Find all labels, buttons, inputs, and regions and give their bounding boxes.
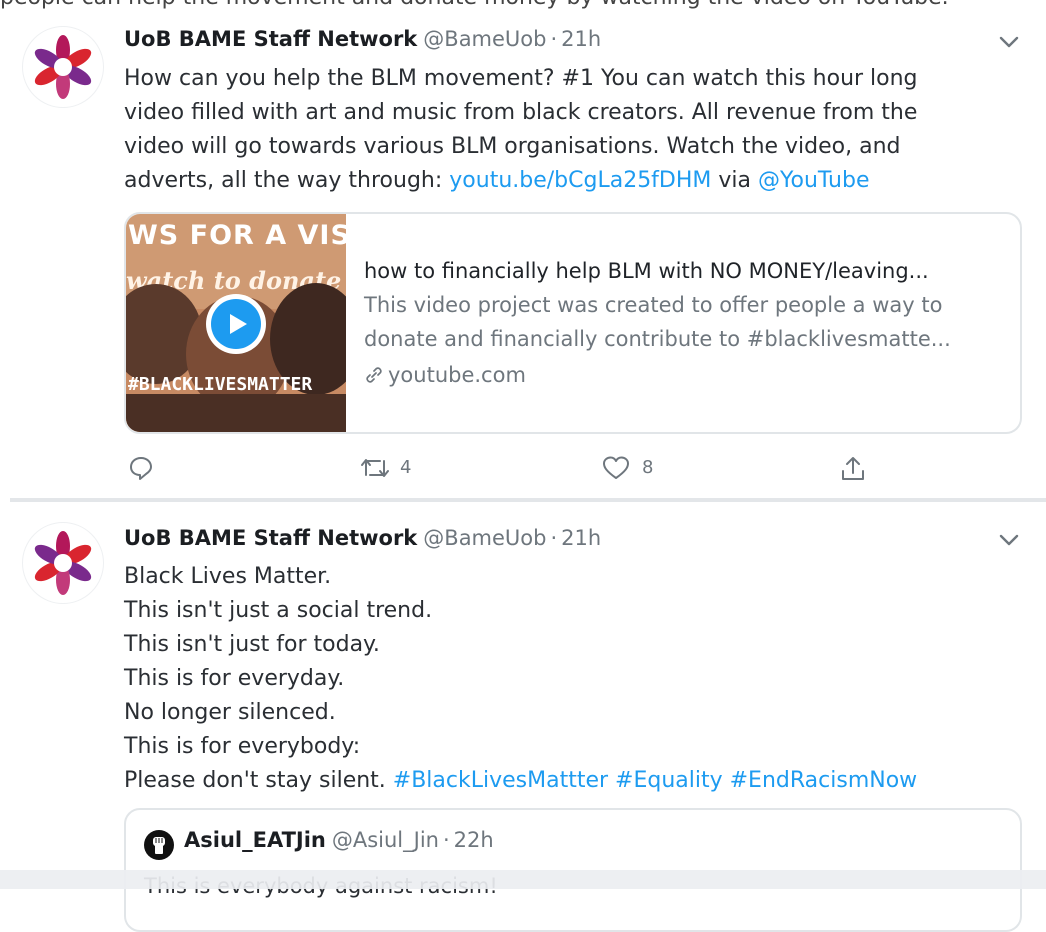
tweet-text-line: This is for everybody:	[124, 734, 361, 759]
card-body: how to financially help BLM with NO MONE…	[364, 254, 1014, 394]
separator: ·	[550, 526, 558, 550]
timestamp[interactable]: 21h	[561, 27, 601, 51]
tweet-text-line: video will go towards various BLM organi…	[124, 134, 901, 159]
screen-bottom-edge	[0, 870, 1046, 889]
quote-author-name[interactable]: Asiul_EATJin	[184, 828, 326, 852]
quote-timestamp[interactable]: 22h	[454, 828, 494, 852]
separator: ·	[550, 27, 558, 51]
tweet-text-line: adverts, all the way through: youtu.be/b…	[124, 164, 1004, 198]
tweet-text-line: This isn't just a social trend.	[124, 598, 433, 623]
tweet-text-fragment: Please don't stay silent.	[124, 768, 393, 793]
avatar[interactable]	[22, 26, 104, 108]
link-preview-card[interactable]: WS FOR A VIS watch to donate #BLACKLIVES…	[124, 212, 1022, 434]
card-description-line: This video project was created to offer …	[364, 293, 943, 317]
card-domain: youtube.com	[364, 356, 1014, 394]
hashtags[interactable]: #BlackLivesMattter #Equality #EndRacismN…	[393, 768, 917, 793]
retweet-count: 4	[400, 457, 412, 478]
chevron-down-icon[interactable]	[998, 34, 1020, 50]
network-logo-icon	[34, 35, 92, 99]
timestamp[interactable]: 21h	[561, 526, 601, 550]
chevron-down-icon[interactable]	[998, 532, 1020, 548]
network-logo-icon	[34, 531, 92, 595]
card-title[interactable]: how to financially help BLM with NO MONE…	[364, 254, 1014, 288]
tweet-text-line: Please don't stay silent. #BlackLivesMat…	[124, 764, 1004, 798]
author-name[interactable]: UoB BAME Staff Network	[124, 526, 417, 550]
card-domain-text: youtube.com	[388, 363, 526, 387]
link-icon	[366, 367, 382, 383]
tweet[interactable]: UoB BAME Staff Network @BameUob · 21h Black…	[0, 502, 1046, 932]
raised-fist-icon	[153, 837, 165, 854]
tweet[interactable]: UoB BAME Staff Network @BameUob · 21h How c…	[0, 0, 1046, 500]
quote-header: Asiul_EATJin @Asiul_Jin · 22h	[184, 828, 494, 852]
tweet-header: UoB BAME Staff Network @BameUob · 21h	[124, 526, 601, 556]
card-description-line: donate and financially contribute to #bl…	[364, 327, 951, 351]
tweet-text-line: video filled with art and music from bla…	[124, 100, 918, 125]
reply-icon	[130, 457, 152, 480]
tweet-text-line: How can you help the BLM movement? #1 Yo…	[124, 66, 918, 91]
tweet-text-line: This isn't just for today.	[124, 632, 380, 657]
tweet-actions: 4 8	[124, 452, 884, 486]
avatar[interactable]	[22, 522, 104, 604]
separator: ·	[442, 828, 450, 852]
share-icon	[842, 457, 864, 480]
tweet-text: Black Lives Matter. This isn't just a so…	[124, 560, 1004, 798]
youtube-mention[interactable]: @YouTube	[758, 168, 869, 193]
tweet-text-line: This is for everyday.	[124, 666, 345, 691]
like-count: 8	[642, 457, 654, 478]
author-handle[interactable]: @BameUob	[423, 27, 546, 51]
video-link[interactable]: youtu.be/bCgLa25fDHM	[449, 168, 711, 193]
tweet-text: How can you help the BLM movement? #1 Yo…	[124, 62, 1004, 198]
quote-author-handle[interactable]: @Asiul_Jin	[332, 828, 439, 852]
tweet-text-line: Black Lives Matter.	[124, 564, 332, 589]
tweet-text-line: No longer silenced.	[124, 700, 336, 725]
like-icon	[603, 456, 629, 479]
author-handle[interactable]: @BameUob	[423, 526, 546, 550]
author-name[interactable]: UoB BAME Staff Network	[124, 27, 417, 51]
play-icon	[230, 314, 247, 334]
tweet-text-fragment: adverts, all the way through:	[124, 168, 450, 193]
retweet-icon	[361, 459, 389, 477]
thumbnail-hashtag: #BLACKLIVESMATTER	[128, 374, 313, 395]
play-button[interactable]	[206, 294, 266, 354]
quote-avatar[interactable]	[144, 830, 174, 860]
via-text: via	[711, 168, 759, 193]
video-thumbnail[interactable]: WS FOR A VIS watch to donate #BLACKLIVES…	[126, 214, 346, 432]
tweet-header: UoB BAME Staff Network @BameUob · 21h	[124, 27, 601, 57]
